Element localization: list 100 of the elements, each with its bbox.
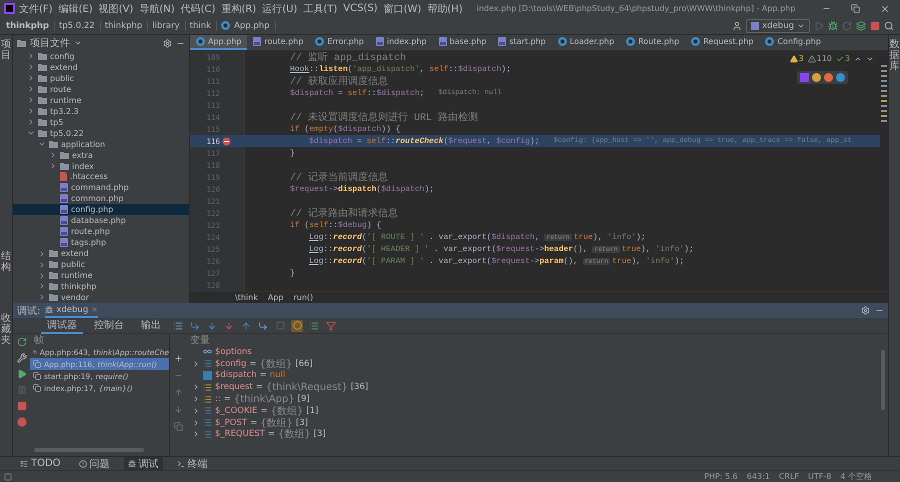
status-item[interactable]: PHP: 5.6 — [704, 472, 738, 481]
tree-item[interactable]: runtime — [13, 270, 189, 282]
editor-tab[interactable]: Loader.php — [552, 35, 620, 50]
filter-icon[interactable] — [326, 320, 336, 330]
tree-item[interactable]: .htaccess — [13, 171, 189, 182]
list-icon[interactable] — [173, 320, 183, 330]
settings-icon[interactable] — [163, 38, 172, 48]
breadcrumb-item[interactable]: library — [152, 20, 186, 30]
tree-item[interactable]: tp5 — [13, 116, 189, 128]
variable-row[interactable]: $config = {数组} [66] — [186, 358, 888, 370]
copy-icon[interactable] — [174, 422, 182, 431]
tree-item[interactable]: extend — [13, 62, 189, 73]
close-icon[interactable] — [880, 4, 890, 14]
variable-row[interactable]: $options — [186, 346, 888, 358]
variable-row[interactable]: $request = {think\Request} [36] — [186, 381, 888, 394]
panel-title[interactable]: 项目文件 — [30, 36, 70, 50]
menu-item[interactable]: 窗口(W) — [382, 2, 424, 16]
caret-icon[interactable] — [74, 39, 82, 47]
tool-window-tab[interactable]: 结构 — [1, 251, 11, 273]
settings-icon[interactable] — [861, 306, 870, 315]
menu-item[interactable]: 代码(C) — [178, 2, 218, 16]
tree-item[interactable]: index — [13, 160, 189, 172]
editor-tab[interactable]: Request.php — [685, 35, 760, 50]
chevron-right-icon[interactable] — [49, 162, 57, 170]
menu-item[interactable]: 运行(U) — [260, 2, 300, 16]
close-icon[interactable] — [91, 306, 98, 313]
debug-subtab[interactable]: 控制台 — [88, 318, 130, 334]
chevron-right-icon[interactable] — [27, 85, 35, 94]
menu-item[interactable]: VCS(S) — [341, 3, 380, 14]
chevron-right-icon[interactable] — [192, 418, 200, 427]
variable-row[interactable]: $_COOKIE = {数组} [1] — [186, 404, 888, 417]
variable-row[interactable]: :: = {think\App} [9] — [186, 393, 888, 405]
chevron-right-icon[interactable] — [192, 395, 200, 404]
arrow-up-icon[interactable] — [174, 388, 182, 397]
tree-item[interactable]: application — [13, 138, 189, 150]
tool-window-tab[interactable]: 收藏夹 — [1, 313, 11, 346]
editor-tab[interactable]: base.php — [432, 35, 492, 50]
run-config-dropdown[interactable]: xdebug — [746, 18, 810, 32]
inspection-count[interactable]: 3 — [836, 54, 850, 63]
menu-item[interactable]: 帮助(H) — [425, 2, 465, 16]
breadcrumb-item[interactable]: App.php — [234, 20, 276, 30]
circle-icon[interactable] — [824, 73, 833, 82]
circle-icon[interactable] — [812, 73, 821, 82]
menu-item[interactable]: 重构(R) — [219, 2, 258, 16]
stop-icon[interactable] — [870, 20, 880, 30]
wrench-icon[interactable] — [16, 353, 26, 363]
add-icon[interactable] — [174, 354, 182, 363]
breadcrumb-item[interactable]: run() — [293, 293, 314, 302]
inspection-count[interactable]: 3 — [790, 54, 804, 63]
chevron-right-icon[interactable] — [27, 107, 35, 116]
menu-item[interactable]: 导航(N) — [137, 2, 177, 16]
chevron-right-icon[interactable] — [27, 118, 35, 126]
variable-row[interactable]: $_POST = {数组} [3] — [186, 416, 888, 429]
status-item[interactable]: 4 个空格 — [840, 471, 872, 482]
chevron-right-icon[interactable] — [38, 250, 46, 258]
resume-icon[interactable] — [16, 369, 26, 379]
chevron-right-icon[interactable] — [27, 96, 35, 104]
chevron-right-icon[interactable] — [27, 74, 35, 82]
debug-subtab[interactable]: 输出 — [135, 318, 167, 334]
chevron-right-icon[interactable] — [38, 272, 46, 280]
breadcrumb-item[interactable]: thinkphp — [104, 20, 148, 30]
status-item[interactable]: CRLF — [778, 472, 800, 481]
breakpoints-icon[interactable] — [16, 417, 26, 427]
chevron-right-icon[interactable] — [38, 293, 46, 302]
variable-row[interactable]: $dispatch = null — [186, 370, 888, 382]
step-out-icon[interactable] — [241, 320, 251, 330]
tool-window-tab[interactable]: TODO — [16, 456, 65, 470]
step-into-icon[interactable] — [207, 320, 217, 330]
editor-tab[interactable]: App.php — [190, 35, 248, 50]
menu-item[interactable]: 工具(T) — [301, 2, 340, 16]
breadcrumb-item[interactable]: tp5.0.22 — [58, 20, 101, 30]
coverage-icon[interactable] — [856, 20, 866, 30]
breadcrumb-item[interactable]: App — [268, 293, 284, 302]
tree-item[interactable]: config.php — [13, 204, 189, 216]
editor-tab[interactable]: Error.php — [309, 35, 370, 50]
chevron-right-icon[interactable] — [49, 151, 57, 160]
user-icon[interactable] — [732, 20, 742, 30]
editor-tab[interactable]: index.php — [370, 35, 433, 50]
tree-item[interactable]: extend — [13, 248, 189, 260]
tool-window-tab[interactable]: 数据库 — [890, 39, 900, 72]
chevron-right-icon[interactable] — [192, 406, 200, 415]
menu-item[interactable]: 文件(F) — [17, 2, 55, 16]
tree-item[interactable]: route.php — [13, 226, 189, 238]
chevron-right-icon[interactable] — [27, 52, 35, 60]
stop-icon[interactable] — [16, 401, 26, 411]
chevron-right-icon[interactable] — [192, 360, 200, 368]
tree-item[interactable]: database.php — [13, 215, 189, 226]
tree-item[interactable]: common.php — [13, 193, 189, 204]
breadcrumb-item[interactable]: \think — [235, 293, 258, 302]
tree-item[interactable]: tp5.0.22 — [13, 128, 189, 139]
tool-window-tab[interactable]: 问题 — [74, 456, 114, 470]
menu-item[interactable]: 编辑(E) — [56, 2, 95, 16]
editor-tab[interactable]: Config.php — [759, 35, 827, 50]
force-step-into-icon[interactable] — [224, 320, 234, 330]
step-over-icon[interactable] — [190, 320, 200, 330]
tool-window-tab[interactable]: 调试 — [124, 456, 163, 470]
editor-tab[interactable]: Route.php — [620, 35, 686, 50]
tree-item[interactable]: tp3.2.3 — [13, 106, 189, 117]
tree-item[interactable]: tags.php — [13, 237, 189, 248]
arrow-down-icon[interactable] — [174, 405, 182, 414]
